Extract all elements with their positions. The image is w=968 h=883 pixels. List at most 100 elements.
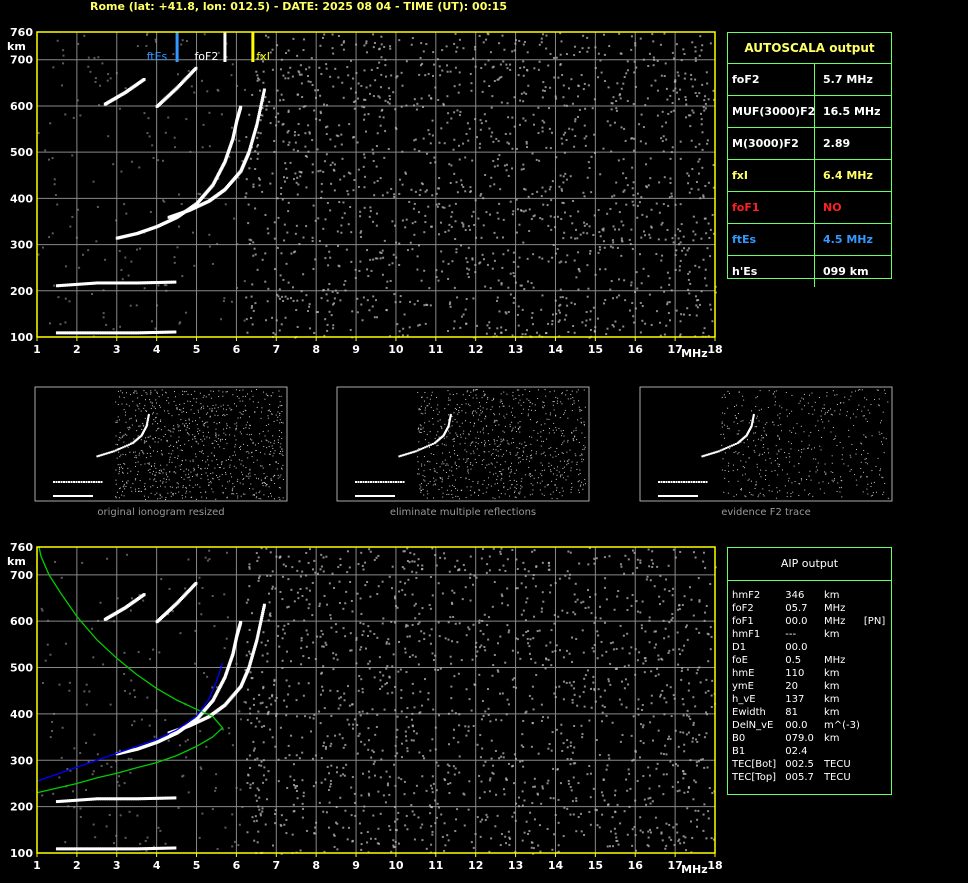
noise-dot bbox=[382, 617, 385, 620]
noise-dot bbox=[540, 703, 543, 706]
noise-dot bbox=[587, 606, 590, 609]
thumbnail-dot bbox=[218, 434, 220, 436]
noise-dot bbox=[662, 619, 665, 622]
noise-dot bbox=[131, 597, 134, 600]
y-tick-label: 500 bbox=[10, 662, 33, 675]
noise-dot bbox=[302, 655, 305, 658]
noise-dot bbox=[522, 745, 525, 748]
noise-dot bbox=[706, 142, 709, 145]
noise-dot bbox=[342, 773, 345, 776]
noise-dot bbox=[584, 324, 587, 327]
noise-dot bbox=[480, 718, 483, 721]
noise-dot bbox=[320, 781, 323, 784]
noise-dot bbox=[614, 832, 617, 835]
noise-dot bbox=[674, 87, 677, 90]
noise-dot bbox=[516, 587, 519, 590]
noise-dot bbox=[493, 183, 496, 186]
noise-dot bbox=[513, 811, 516, 814]
noise-dot bbox=[367, 113, 370, 116]
noise-dot bbox=[391, 262, 394, 265]
noise-dot bbox=[704, 95, 707, 98]
noise-dot bbox=[709, 648, 712, 651]
noise-dot bbox=[541, 119, 544, 122]
thumbnail-dot bbox=[115, 483, 117, 485]
noise-dot bbox=[703, 803, 706, 806]
noise-dot bbox=[695, 299, 698, 302]
noise-dot bbox=[388, 263, 391, 266]
noise-dot bbox=[478, 621, 481, 624]
noise-dot bbox=[394, 685, 397, 688]
noise-dot bbox=[310, 730, 313, 733]
noise-dot bbox=[258, 808, 261, 811]
noise-dot bbox=[548, 562, 551, 565]
noise-dot bbox=[380, 43, 383, 46]
noise-dot bbox=[454, 66, 457, 69]
noise-dot bbox=[548, 107, 551, 110]
noise-dot bbox=[439, 74, 442, 77]
noise-dot bbox=[505, 63, 508, 66]
noise-dot bbox=[623, 127, 626, 130]
noise-dot bbox=[332, 657, 335, 660]
noise-dot bbox=[316, 635, 319, 638]
noise-dot bbox=[644, 630, 647, 633]
noise-dot bbox=[525, 820, 528, 823]
noise-dot bbox=[185, 756, 188, 759]
noise-dot bbox=[467, 246, 470, 249]
thumbnail-dot bbox=[175, 472, 177, 474]
noise-dot bbox=[500, 101, 503, 104]
noise-dot bbox=[639, 37, 642, 40]
noise-dot bbox=[661, 110, 664, 113]
noise-dot bbox=[296, 193, 299, 196]
thumbnail-dot bbox=[185, 492, 187, 494]
thumbnail-dot bbox=[178, 436, 180, 438]
noise-dot bbox=[101, 62, 104, 65]
noise-dot bbox=[392, 91, 395, 94]
noise-dot bbox=[615, 107, 618, 110]
noise-dot bbox=[487, 33, 490, 36]
thumbnail-dot bbox=[179, 465, 181, 467]
noise-dot bbox=[499, 692, 502, 695]
noise-dot bbox=[264, 823, 267, 826]
thumbnail-dot bbox=[149, 478, 151, 480]
noise-dot bbox=[51, 232, 54, 235]
noise-dot bbox=[572, 324, 575, 327]
noise-dot bbox=[369, 206, 372, 209]
noise-dot bbox=[308, 303, 311, 306]
thumbnail-dot bbox=[185, 390, 187, 392]
noise-dot bbox=[696, 818, 699, 821]
noise-dot bbox=[569, 215, 572, 218]
noise-dot bbox=[661, 254, 664, 257]
noise-dot bbox=[446, 834, 449, 837]
noise-dot bbox=[486, 263, 489, 266]
noise-dot bbox=[676, 71, 679, 74]
noise-dot bbox=[675, 309, 678, 312]
noise-dot bbox=[686, 249, 689, 252]
noise-dot bbox=[439, 556, 442, 559]
noise-dot bbox=[570, 236, 573, 239]
noise-dot bbox=[620, 87, 623, 90]
noise-dot bbox=[261, 258, 264, 261]
noise-dot bbox=[252, 183, 255, 186]
noise-dot bbox=[396, 752, 399, 755]
noise-dot bbox=[410, 43, 413, 46]
noise-dot bbox=[580, 724, 583, 727]
noise-dot bbox=[54, 560, 57, 563]
noise-dot bbox=[452, 148, 455, 151]
noise-dot bbox=[704, 277, 707, 280]
noise-dot bbox=[641, 305, 644, 308]
noise-dot bbox=[429, 749, 432, 752]
noise-dot bbox=[431, 738, 434, 741]
noise-dot bbox=[481, 253, 484, 256]
noise-dot bbox=[331, 290, 334, 293]
noise-dot bbox=[490, 106, 493, 109]
noise-dot bbox=[665, 324, 668, 327]
noise-dot bbox=[670, 838, 673, 841]
noise-dot bbox=[617, 590, 620, 593]
noise-dot bbox=[346, 190, 349, 193]
noise-dot bbox=[663, 32, 666, 35]
noise-dot bbox=[658, 211, 661, 214]
noise-dot bbox=[566, 304, 569, 307]
noise-dot bbox=[478, 673, 481, 676]
noise-dot bbox=[662, 753, 665, 756]
noise-dot bbox=[565, 297, 568, 300]
